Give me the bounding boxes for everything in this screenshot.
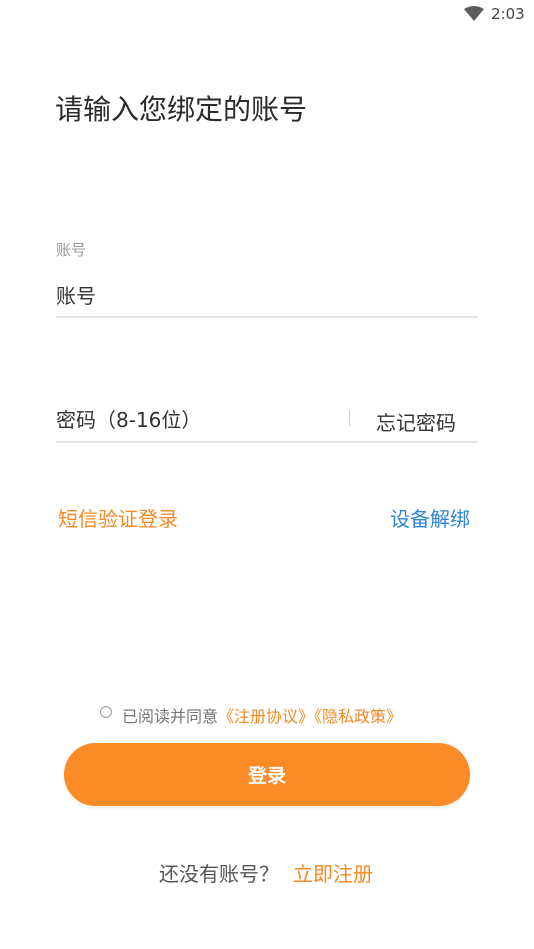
register-row: 还没有账号？ 立即注册 xyxy=(159,858,373,887)
register-link[interactable]: 立即注册 xyxy=(293,862,373,886)
account-underline xyxy=(56,316,478,318)
page-title: 请输入您绑定的账号 xyxy=(55,93,308,126)
account-label: 账号 xyxy=(56,241,87,259)
agreement-prefix: 已阅读并同意 xyxy=(122,707,219,726)
password-input[interactable] xyxy=(56,402,336,438)
forgot-password-link[interactable]: 忘记密码 xyxy=(376,407,456,436)
agreement-radio[interactable] xyxy=(100,706,112,718)
device-unbind-link[interactable]: 设备解绑 xyxy=(390,503,470,532)
password-divider xyxy=(349,410,350,426)
status-bar: 2:03 xyxy=(0,0,534,30)
register-question: 还没有账号？ xyxy=(159,862,279,886)
account-input[interactable] xyxy=(56,278,478,314)
status-time: 2:03 xyxy=(491,5,525,23)
login-button[interactable]: 登录 xyxy=(64,743,470,806)
terms-link[interactable]: 《注册协议》 xyxy=(218,707,314,726)
wifi-icon xyxy=(464,6,484,21)
sms-login-link[interactable]: 短信验证登录 xyxy=(58,503,178,532)
password-underline xyxy=(56,441,478,443)
privacy-link[interactable]: 《隐私政策》 xyxy=(314,707,402,726)
